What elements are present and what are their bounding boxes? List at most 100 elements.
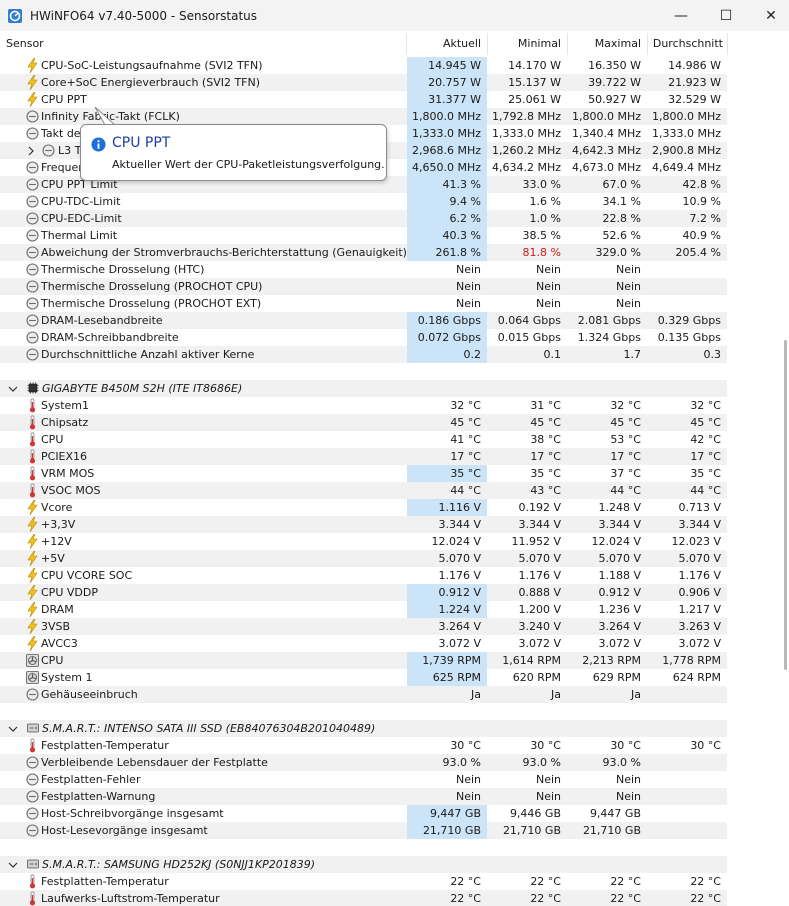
sensor-row[interactable]: Thermal Limit 40.3 % 38.5 % 52.6 % 40.9 % [0, 227, 789, 244]
value-min: Nein [535, 280, 561, 293]
value-max: 52.6 % [602, 229, 641, 242]
sensor-row[interactable]: Host-Lesevorgänge insgesamt 21,710 GB 21,7… [0, 822, 789, 839]
column-divider[interactable] [727, 33, 728, 55]
value-min: 1,792.8 MHz [491, 110, 561, 123]
group-header-row[interactable]: GIGABYTE B450M S2H (ITE IT8686E) [0, 380, 789, 397]
clock-icon [26, 195, 39, 208]
value-avg: 32.529 W [668, 93, 721, 106]
sensor-row[interactable]: CPU-SoC-Leistungsaufnahme (SVI2 TFN) 14.9… [0, 57, 789, 74]
sensor-row[interactable]: DRAM-Lesebandbreite 0.186 Gbps 0.064 Gbps 2… [0, 312, 789, 329]
chevron-down-icon[interactable] [8, 384, 18, 394]
value-min: 1.176 V [518, 569, 561, 582]
column-header-max[interactable]: Maximal [567, 33, 641, 55]
value-min: 620 RPM [512, 671, 561, 684]
sensor-row[interactable]: Thermische Drosselung (PROCHOT EXT) Nein N… [0, 295, 789, 312]
lightning-icon [27, 619, 38, 634]
value-current: 31.377 W [407, 91, 487, 108]
value-current: 30 °C [450, 739, 481, 752]
sensor-row[interactable]: Verbleibende Lebensdauer der Festplatte 9… [0, 754, 789, 771]
value-avg: 21.923 W [668, 76, 721, 89]
value-avg [647, 822, 727, 839]
minimize-button[interactable]: — [658, 0, 704, 31]
clock-icon [42, 144, 55, 157]
close-button[interactable]: ✕ [748, 0, 789, 31]
value-max: 22 °C [610, 892, 641, 905]
sensor-row[interactable]: AVCC3 3.072 V 3.072 V 3.072 V 3.072 V [0, 635, 789, 652]
sensor-label: System1 [41, 399, 90, 412]
sensor-row[interactable]: System 1 625 RPM 620 RPM 629 RPM 624 RPM [0, 669, 789, 686]
vertical-scrollbar[interactable] [784, 340, 787, 670]
maximize-button[interactable]: ☐ [703, 0, 749, 31]
sensor-row[interactable]: Laufwerks-Luftstrom-Temperatur 22 °C 22 °C… [0, 890, 789, 906]
clock-icon [26, 246, 39, 259]
sensor-row[interactable]: Thermische Drosselung (HTC) Nein Nein Nein [0, 261, 789, 278]
sensor-row[interactable]: CPU-TDC-Limit 9.4 % 1.6 % 34.1 % 10.9 % [0, 193, 789, 210]
value-current: 22 °C [450, 892, 481, 905]
sensor-row[interactable]: Durchschnittliche Anzahl aktiver Kerne 0.… [0, 346, 789, 363]
lightning-icon [27, 636, 38, 651]
value-current: 9,447 GB [407, 805, 487, 822]
sensor-row[interactable]: Core+SoC Energieverbrauch (SVI2 TFN) 20.7… [0, 74, 789, 91]
clock-icon [26, 773, 39, 786]
value-avg [647, 771, 727, 788]
sensor-row[interactable]: Festplatten-Temperatur 22 °C 22 °C 22 °C 22 … [0, 873, 789, 890]
sensor-row[interactable]: CPU PPT 31.377 W 25.061 W 50.927 W 32.529 W [0, 91, 789, 108]
value-current: 21,710 GB [407, 822, 487, 839]
sensor-row[interactable]: +12V 12.024 V 11.952 V 12.024 V 12.023 V [0, 533, 789, 550]
sensor-row[interactable]: Gehäuseeinbruch Ja Ja Ja [0, 686, 789, 703]
clock-icon [26, 280, 39, 293]
sensor-row[interactable]: VSOC MOS 44 °C 43 °C 44 °C 44 °C [0, 482, 789, 499]
sensor-row[interactable]: CPU VDDP 0.912 V 0.888 V 0.912 V 0.906 V [0, 584, 789, 601]
sensor-row[interactable]: DRAM-Schreibbandbreite 0.072 Gbps 0.015 Gb… [0, 329, 789, 346]
sensor-row[interactable]: Thermische Drosselung (PROCHOT CPU) Nein N… [0, 278, 789, 295]
chevron-down-icon[interactable] [8, 724, 18, 734]
sensor-row[interactable]: Vcore 1.116 V 0.192 V 1.248 V 0.713 V [0, 499, 789, 516]
clock-icon [26, 688, 39, 701]
clock-icon [26, 229, 39, 242]
value-min: 35 °C [530, 467, 561, 480]
chevron-right-icon[interactable] [26, 146, 36, 156]
sensor-row[interactable]: CPU 1,739 RPM 1,614 RPM 2,213 RPM 1,778 RPM [0, 652, 789, 669]
spacer-row [0, 839, 789, 856]
value-min: Nein [535, 773, 561, 786]
lightning-icon [27, 58, 38, 73]
column-header-min[interactable]: Minimal [487, 33, 561, 55]
group-header-row[interactable]: S.M.A.R.T.: SAMSUNG HD252KJ (S0NJJ1KP201… [0, 856, 789, 873]
sensor-row[interactable]: CPU 41 °C 38 °C 53 °C 42 °C [0, 431, 789, 448]
column-header-avg[interactable]: Durchschnitt [647, 33, 723, 55]
sensor-row[interactable]: +3,3V 3.344 V 3.344 V 3.344 V 3.344 V [0, 516, 789, 533]
sensor-label: DRAM [41, 603, 74, 616]
sensor-row[interactable]: Host-Schreibvorgänge insgesamt 9,447 GB 9,… [0, 805, 789, 822]
value-avg: 32 °C [690, 399, 721, 412]
column-header-current[interactable]: Aktuell [407, 33, 481, 55]
sensor-row[interactable]: 3VSB 3.264 V 3.240 V 3.264 V 3.263 V [0, 618, 789, 635]
sensor-row[interactable]: Abweichung der Stromverbrauchs-Berichter… [0, 244, 789, 261]
sensor-row[interactable]: DRAM 1.224 V 1.200 V 1.236 V 1.217 V [0, 601, 789, 618]
column-header-sensor[interactable]: Sensor [6, 33, 44, 55]
sensor-row[interactable]: Chipsatz 45 °C 45 °C 45 °C 45 °C [0, 414, 789, 431]
sensor-row[interactable]: CPU VCORE SOC 1.176 V 1.176 V 1.188 V 1.176 … [0, 567, 789, 584]
close-icon: ✕ [765, 7, 777, 24]
drive-icon [27, 723, 39, 733]
value-min: 0.1 [543, 348, 562, 361]
value-current: 32 °C [450, 399, 481, 412]
column-header: Sensor Aktuell Minimal Maximal Durchschn… [0, 33, 789, 55]
sensor-label: DRAM-Lesebandbreite [41, 314, 163, 327]
value-max: 5.070 V [598, 552, 641, 565]
sensor-row[interactable]: Festplatten-Warnung Nein Nein Nein [0, 788, 789, 805]
group-header-row[interactable]: S.M.A.R.T.: INTENSO SATA III SSD (EB8407… [0, 720, 789, 737]
sensor-row[interactable]: PCIEX16 17 °C 17 °C 17 °C 17 °C [0, 448, 789, 465]
value-max: 2,213 RPM [582, 654, 641, 667]
sensor-row[interactable]: System1 32 °C 31 °C 32 °C 32 °C [0, 397, 789, 414]
value-avg: 2,900.8 MHz [651, 144, 721, 157]
sensor-row[interactable]: CPU-EDC-Limit 6.2 % 1.0 % 22.8 % 7.2 % [0, 210, 789, 227]
sensor-row[interactable]: VRM MOS 35 °C 35 °C 37 °C 35 °C [0, 465, 789, 482]
fan-icon [26, 654, 39, 667]
sensor-row[interactable]: Festplatten-Temperatur 30 °C 30 °C 30 °C 30 … [0, 737, 789, 754]
value-avg: 1.217 V [678, 603, 721, 616]
clock-icon [26, 756, 39, 769]
clock-icon [26, 212, 39, 225]
sensor-row[interactable]: +5V 5.070 V 5.070 V 5.070 V 5.070 V [0, 550, 789, 567]
sensor-row[interactable]: Festplatten-Fehler Nein Nein Nein [0, 771, 789, 788]
chevron-down-icon[interactable] [8, 860, 18, 870]
